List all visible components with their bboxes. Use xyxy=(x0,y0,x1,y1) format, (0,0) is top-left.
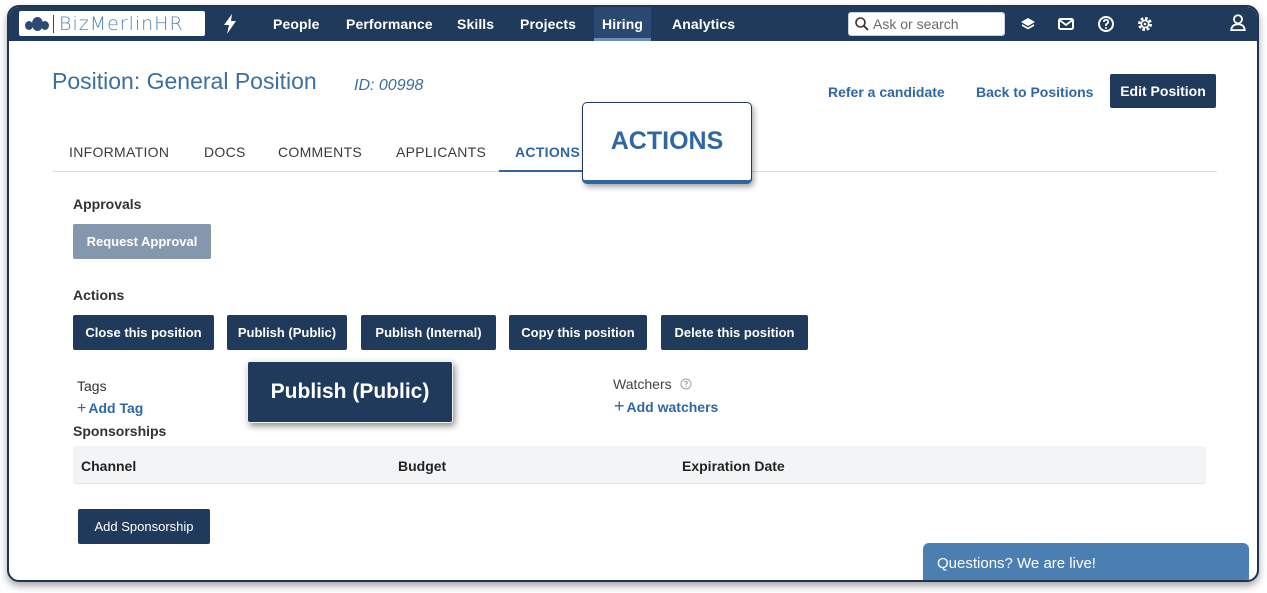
add-sponsorship-button[interactable]: Add Sponsorship xyxy=(78,509,210,544)
copy-position-button[interactable]: Copy this position xyxy=(509,315,647,350)
watchers-heading: Watchers xyxy=(613,376,692,392)
logo-text: BizMerlinHR xyxy=(59,12,184,35)
user-icon[interactable] xyxy=(1229,13,1247,31)
search-input[interactable] xyxy=(873,16,993,32)
live-chat-widget[interactable]: Questions? We are live! xyxy=(923,543,1249,580)
column-header-channel: Channel xyxy=(81,458,137,474)
add-watchers-link[interactable]: + Add watchers xyxy=(614,396,718,417)
actions-tab-callout: ACTIONS xyxy=(582,102,752,184)
approvals-heading: Approvals xyxy=(73,196,142,212)
plus-icon: + xyxy=(77,400,87,417)
column-header-expiration-date: Expiration Date xyxy=(682,458,785,474)
settings-icon[interactable] xyxy=(1136,15,1154,33)
nav-item-hiring[interactable]: Hiring xyxy=(594,7,652,41)
actions-heading: Actions xyxy=(73,287,125,303)
app-logo[interactable]: BizMerlinHR xyxy=(19,11,205,36)
tab-docs[interactable]: DOCS xyxy=(204,144,246,160)
lightning-icon[interactable] xyxy=(222,14,238,34)
active-tab-indicator xyxy=(499,170,583,172)
tags-heading: Tags xyxy=(77,378,107,394)
top-navbar: BizMerlinHR People Performance Skills Pr… xyxy=(9,7,1257,41)
nav-item-projects[interactable]: Projects xyxy=(520,7,576,41)
delete-position-button[interactable]: Delete this position xyxy=(661,315,808,350)
nav-item-skills[interactable]: Skills xyxy=(457,7,494,41)
publish-internal-button[interactable]: Publish (Internal) xyxy=(361,315,496,350)
people-icon xyxy=(25,16,51,32)
plus-icon: + xyxy=(614,396,625,416)
tab-information[interactable]: INFORMATION xyxy=(69,144,169,160)
tab-actions[interactable]: ACTIONS xyxy=(515,144,580,160)
column-header-budget: Budget xyxy=(398,458,447,474)
app-window: BizMerlinHR People Performance Skills Pr… xyxy=(7,5,1259,582)
search-box[interactable] xyxy=(848,12,1005,36)
tab-applicants[interactable]: APPLICANTS xyxy=(396,144,486,160)
publish-public-callout: Publish (Public) xyxy=(247,361,453,423)
layers-icon[interactable] xyxy=(1019,15,1037,33)
refer-candidate-link[interactable]: Refer a candidate xyxy=(828,84,945,100)
sponsorships-heading: Sponsorships xyxy=(73,423,167,439)
request-approval-button[interactable]: Request Approval xyxy=(73,224,211,259)
add-tag-link[interactable]: + Add Tag xyxy=(77,400,143,418)
help-icon[interactable] xyxy=(1097,15,1115,33)
edit-position-button[interactable]: Edit Position xyxy=(1110,74,1216,108)
nav-item-people[interactable]: People xyxy=(273,7,320,41)
page-title: Position: General Position xyxy=(52,68,317,94)
back-to-positions-link[interactable]: Back to Positions xyxy=(976,84,1093,100)
mail-icon[interactable] xyxy=(1057,15,1075,33)
close-position-button[interactable]: Close this position xyxy=(73,315,214,350)
search-icon xyxy=(855,17,869,31)
nav-item-performance[interactable]: Performance xyxy=(346,7,433,41)
position-id: ID: 00998 xyxy=(354,77,424,94)
publish-public-button[interactable]: Publish (Public) xyxy=(227,315,347,350)
tab-comments[interactable]: COMMENTS xyxy=(278,144,362,160)
nav-item-analytics[interactable]: Analytics xyxy=(672,7,735,41)
info-icon[interactable] xyxy=(680,378,692,390)
sponsorships-table-header: Channel Budget Expiration Date xyxy=(73,446,1206,484)
